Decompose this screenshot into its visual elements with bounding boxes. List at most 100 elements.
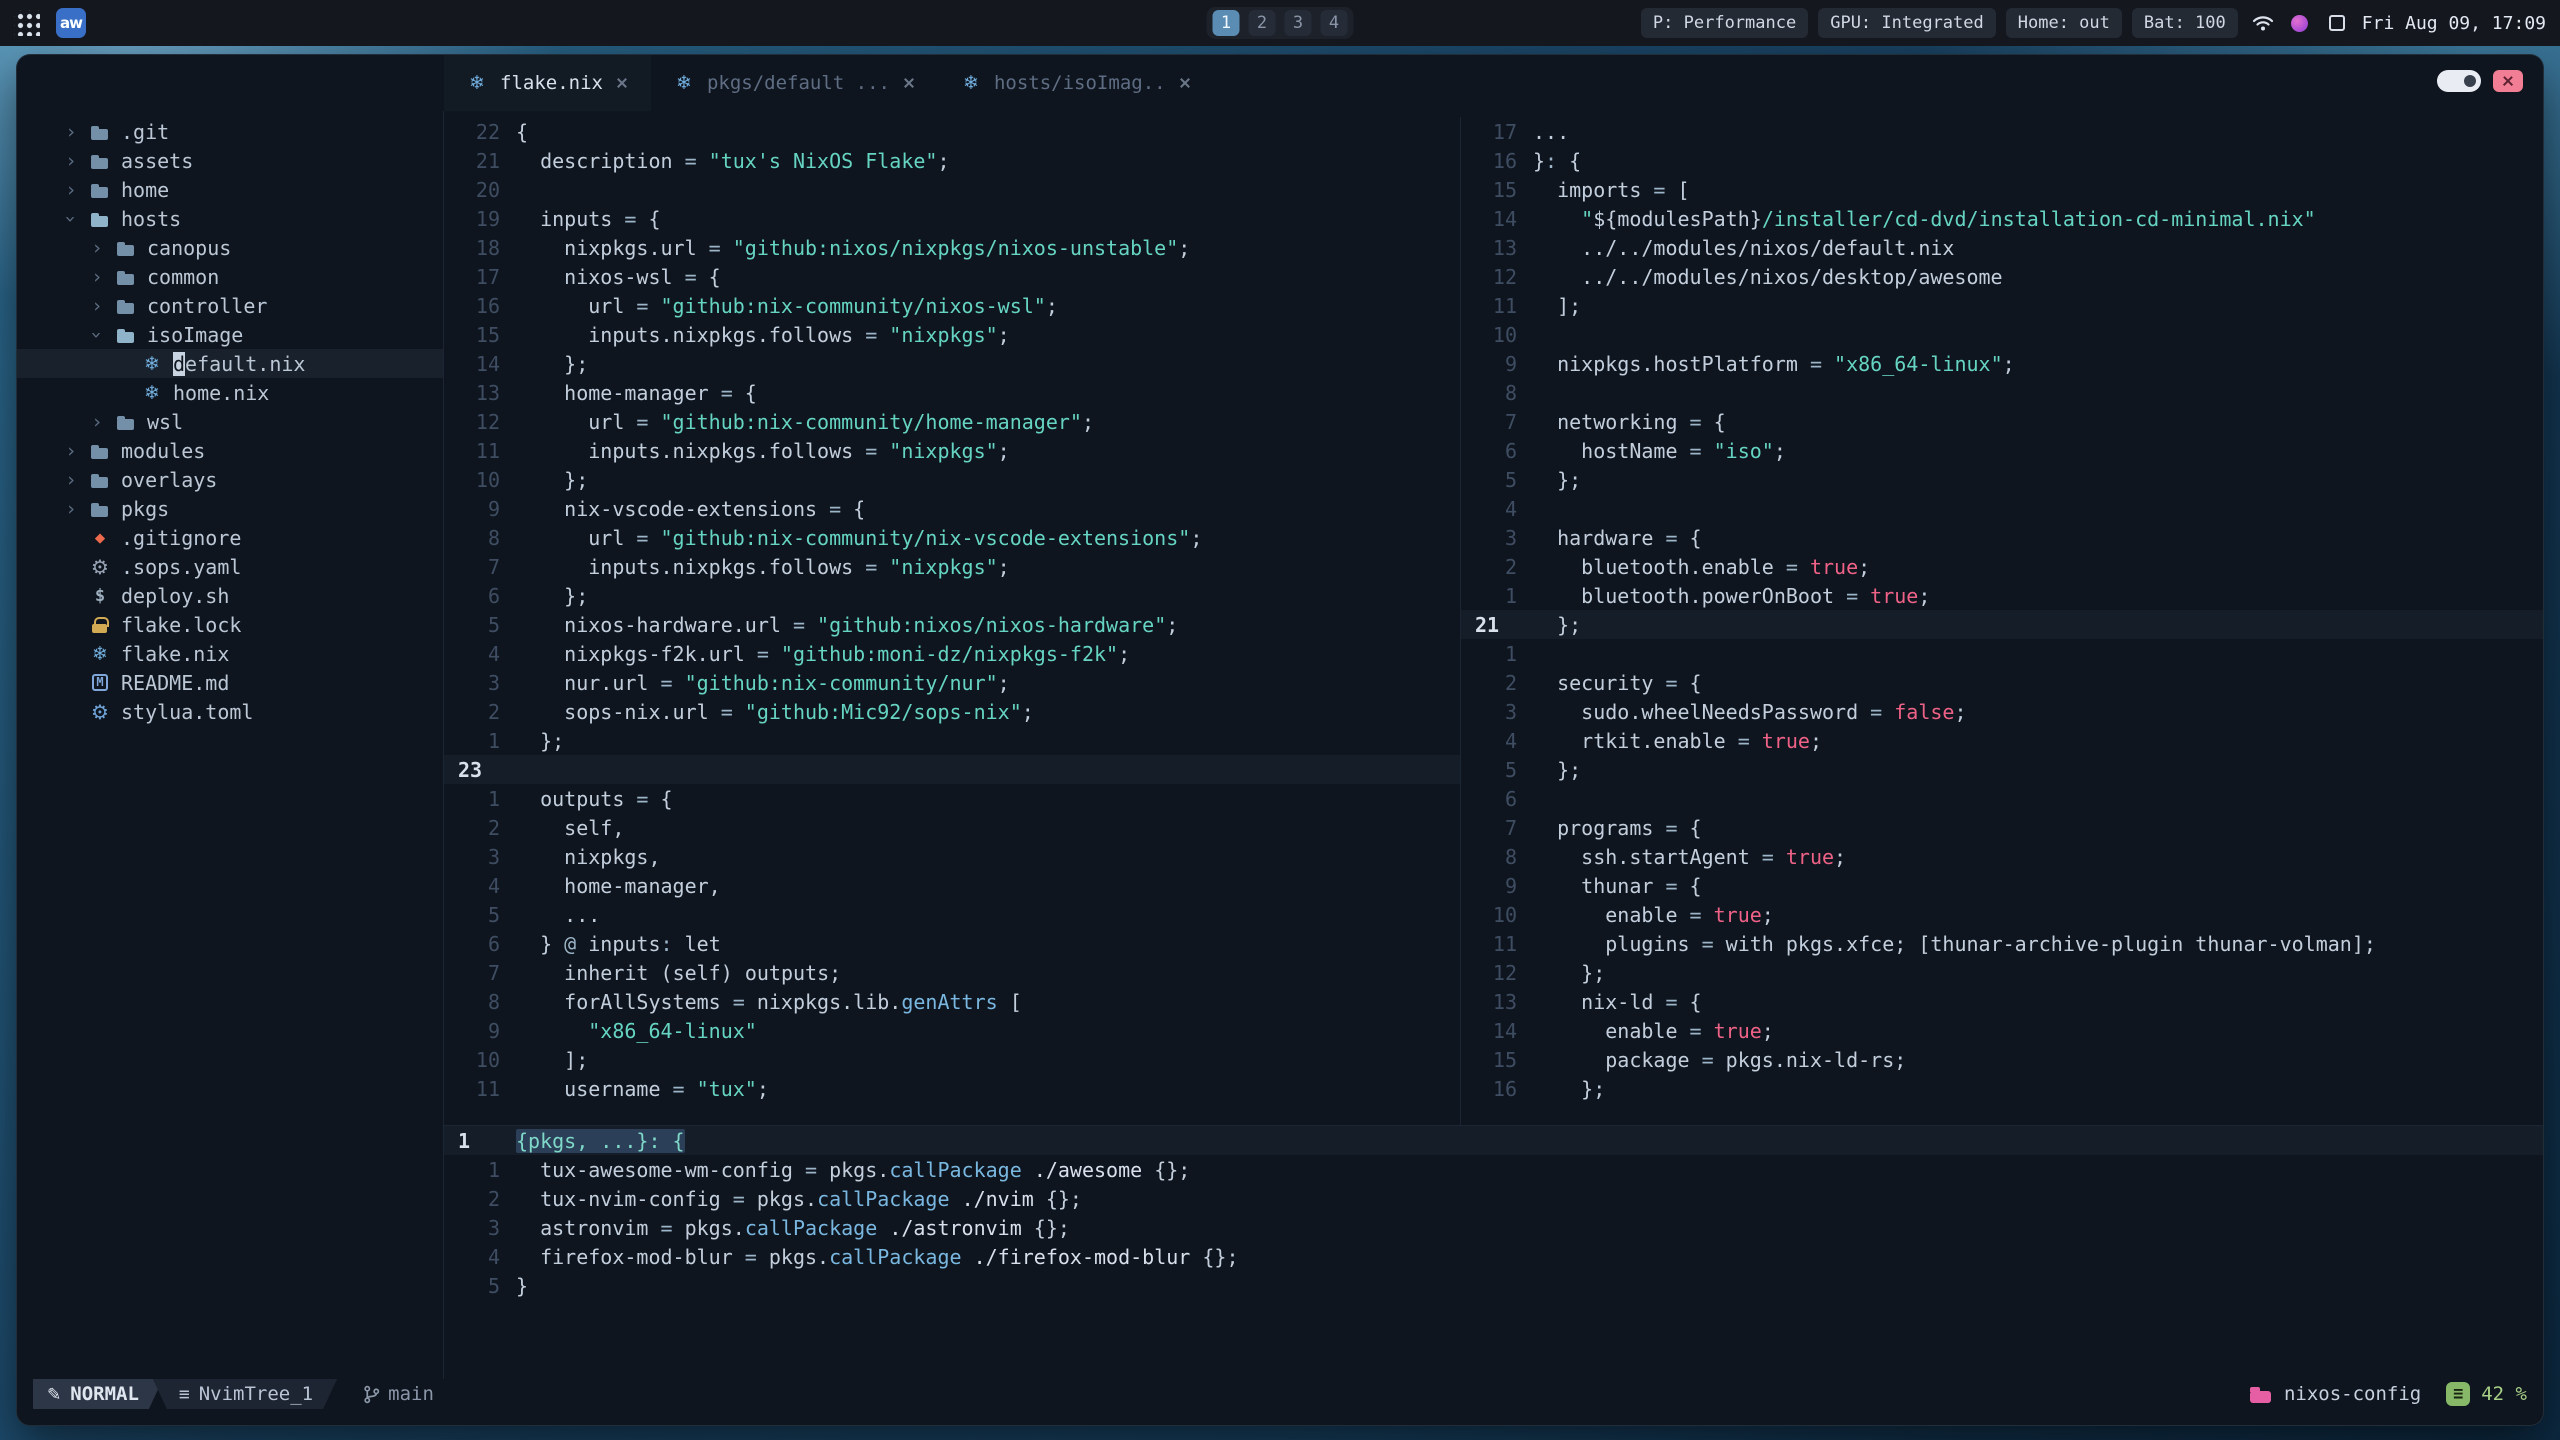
code-line: 19 inputs = {	[444, 204, 1460, 233]
tree-item-label: stylua.toml	[121, 699, 254, 724]
tab-close-icon[interactable]	[1178, 76, 1192, 90]
line-number: 1	[487, 728, 500, 753]
tree-item-pkgs[interactable]: pkgs	[17, 494, 443, 523]
chevron-right-icon[interactable]	[63, 179, 79, 201]
tree-item-canopus[interactable]: canopus	[17, 233, 443, 262]
tree-item-.git[interactable]: .git	[17, 117, 443, 146]
code-line: 2 self,	[444, 813, 1460, 842]
tab-flake.nix[interactable]: flake.nix	[444, 55, 651, 111]
code-text: }: {	[1533, 148, 1582, 173]
line-number: 5	[487, 902, 500, 927]
line-number: 3	[1504, 525, 1517, 550]
line-number: 20	[475, 177, 500, 202]
folder-icon	[115, 266, 137, 288]
layout-icon[interactable]	[2325, 11, 2349, 35]
apps-grid-icon[interactable]	[14, 10, 40, 36]
line-number: 1	[1504, 641, 1517, 666]
editor-pane-iso[interactable]: 17... 16}: {15 imports = [14 "${modulesPa…	[1461, 117, 2543, 1125]
nix-icon	[141, 353, 163, 375]
workspaces: 1234	[1206, 7, 1354, 39]
tree-item-label: .gitignore	[121, 525, 242, 550]
tree-item-.sops.yaml[interactable]: .sops.yaml	[17, 552, 443, 581]
tree-item-label: flake.lock	[121, 612, 242, 637]
tree-item-.gitignore[interactable]: .gitignore	[17, 523, 443, 552]
chevron-right-icon[interactable]	[63, 469, 79, 491]
tree-item-controller[interactable]: controller	[17, 291, 443, 320]
shell-icon	[89, 585, 111, 607]
awesome-logo-icon[interactable]: aw	[56, 8, 86, 38]
tree-item-label: controller	[147, 293, 268, 318]
code-line: 8 ssh.startAgent = true;	[1461, 842, 2543, 871]
tree-item-assets[interactable]: assets	[17, 146, 443, 175]
tree-item-stylua.toml[interactable]: stylua.toml	[17, 697, 443, 726]
tree-item-label: .git	[121, 119, 170, 144]
tab-close-icon[interactable]	[902, 76, 916, 90]
workspace-3[interactable]: 3	[1284, 10, 1312, 36]
chevron-right-icon[interactable]	[89, 237, 105, 259]
folder-icon	[89, 121, 111, 143]
tree-item-isoImage[interactable]: isoImage	[17, 320, 443, 349]
line-number: 4	[487, 641, 500, 666]
line-number: 3	[487, 1215, 500, 1240]
code-text: bluetooth.enable = true;	[1581, 554, 1871, 579]
chevron-right-icon[interactable]	[63, 121, 79, 143]
code-line: 3 nur.url = "github:nix-community/nur";	[444, 668, 1460, 697]
tree-item-hosts[interactable]: hosts	[17, 204, 443, 233]
workspace-2[interactable]: 2	[1248, 10, 1276, 36]
chevron-down-icon[interactable]	[63, 208, 79, 230]
wifi-icon[interactable]	[2251, 11, 2275, 35]
window-close-button[interactable]	[2493, 70, 2523, 92]
tree-item-home.nix[interactable]: home.nix	[17, 378, 443, 407]
tab-close-icon[interactable]	[615, 76, 629, 90]
line-number: 18	[475, 235, 500, 260]
line-number: 10	[475, 467, 500, 492]
code-text: };	[1533, 1076, 1606, 1101]
chevron-down-icon[interactable]	[89, 324, 105, 346]
chevron-right-icon[interactable]	[89, 411, 105, 433]
code-line: 8 url = "github:nix-community/nix-vscode…	[444, 523, 1460, 552]
tree-item-README.md[interactable]: README.md	[17, 668, 443, 697]
toggle-pill-button[interactable]	[2437, 70, 2481, 92]
line-number: 22	[475, 119, 500, 144]
editor-pane-pkgs[interactable]: 1 {pkgs, ...}: {1 tux-awesome-wm-config =…	[444, 1126, 2543, 1379]
line-number: 5	[487, 612, 500, 637]
chevron-right-icon[interactable]	[89, 295, 105, 317]
chevron-right-icon[interactable]	[63, 440, 79, 462]
code-line: 8 forAllSystems = nixpkgs.lib.genAttrs [	[444, 987, 1460, 1016]
color-dot-icon[interactable]	[2288, 11, 2312, 35]
line-number: 16	[475, 293, 500, 318]
line-number: 11	[475, 438, 500, 463]
editor-main: .git assets home hosts canopus common controll…	[17, 111, 2543, 1379]
lock-icon	[89, 614, 111, 636]
tree-item-flake.lock[interactable]: flake.lock	[17, 610, 443, 639]
tree-item-home[interactable]: home	[17, 175, 443, 204]
chevron-right-icon[interactable]	[63, 150, 79, 172]
file-explorer[interactable]: .git assets home hosts canopus common controll…	[17, 111, 443, 1379]
tree-item-deploy.sh[interactable]: deploy.sh	[17, 581, 443, 610]
line-number: 4	[487, 1244, 500, 1269]
code-line: 7 inherit (self) outputs;	[444, 958, 1460, 987]
chevron-right-icon[interactable]	[89, 266, 105, 288]
workspace-1[interactable]: 1	[1212, 10, 1240, 36]
code-text: ssh.startAgent = true;	[1581, 844, 1847, 869]
tree-item-default.nix[interactable]: default.nix	[17, 349, 443, 378]
tab-pkgs/default ...[interactable]: pkgs/default ...	[651, 55, 938, 111]
tree-item-wsl[interactable]: wsl	[17, 407, 443, 436]
tree-item-modules[interactable]: modules	[17, 436, 443, 465]
tree-item-label: assets	[121, 148, 194, 173]
tree-item-flake.nix[interactable]: flake.nix	[17, 639, 443, 668]
editor-pane-flake[interactable]: 22{21 description = "tux's NixOS Flake";…	[444, 117, 1460, 1125]
code-line: 2 bluetooth.enable = true;	[1461, 552, 2543, 581]
code-line: 1 };	[444, 726, 1460, 755]
tree-item-overlays[interactable]: overlays	[17, 465, 443, 494]
tree-item-common[interactable]: common	[17, 262, 443, 291]
line-number: 12	[1492, 264, 1517, 289]
workspace-4[interactable]: 4	[1320, 10, 1348, 36]
tree-item-label: wsl	[147, 409, 184, 434]
code-line: 1	[1461, 639, 2543, 668]
tab-hosts/isoImag..[interactable]: hosts/isoImag..	[938, 55, 1214, 111]
chevron-right-icon[interactable]	[63, 498, 79, 520]
gear-icon	[89, 556, 111, 578]
line-number: 15	[1492, 177, 1517, 202]
line-number: 5	[487, 1273, 500, 1298]
